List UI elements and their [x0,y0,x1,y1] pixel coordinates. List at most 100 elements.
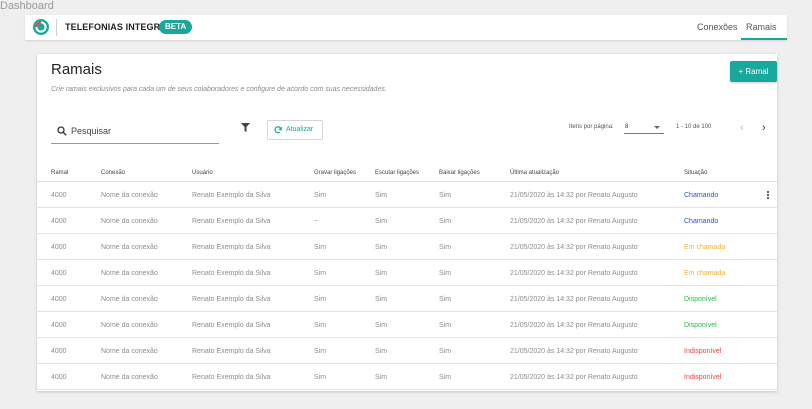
table-cell: Sim [439,374,452,381]
status-badge: Indisponível [684,374,722,381]
table-cell: Nome da conexão [101,218,158,225]
table-cell: Sim [375,218,388,225]
table-cell: Renato Exemplo da Silva [192,374,271,381]
table-cell: Renato Exemplo da Silva [192,218,271,225]
page-subtitle: Crie ramais exclusivos para cada um de s… [51,86,387,93]
status-badge: Indisponível [684,348,722,355]
table-cell: Sim [375,348,388,355]
table-cell: Nome da conexão [101,296,158,303]
table-cell: Nome da conexão [101,322,158,329]
table-cell: Renato Exemplo da Silva [192,244,271,251]
table-row[interactable]: 4000 Nome da conexão Renato Exemplo da Sil… [37,208,777,234]
column-header: Baixar ligações [439,170,480,176]
table-cell: Sim [314,296,327,303]
next-page-button[interactable]: › [762,122,766,134]
table-row[interactable]: 4000 Nome da conexão Renato Exemplo da Sil… [37,286,777,312]
column-header: Situação [684,170,708,176]
app-logo-icon [33,19,49,35]
table-cell: Sim [314,374,327,381]
table-cell: -- [314,218,319,225]
column-header: Usuário [192,170,213,176]
filter-icon[interactable] [241,123,250,132]
add-ramal-button[interactable]: + Ramal [730,61,777,82]
table-cell: Sim [439,322,452,329]
table-cell: Sim [375,322,388,329]
status-badge: Disponível [684,296,717,303]
table-cell: Nome da conexão [101,348,158,355]
table-cell: Nome da conexão [101,244,158,251]
table-cell: 4000 [51,244,67,251]
table-cell: Sim [375,192,388,199]
pagination-range: 1 - 10 de 100 [676,124,712,130]
table-cell: Renato Exemplo da Silva [192,348,271,355]
column-header: Conexão [101,170,126,176]
table-cell: Renato Exemplo da Silva [192,296,271,303]
items-per-page-label: Itens por página: [569,124,614,130]
table-cell: 4000 [51,322,67,329]
tab-conexoes[interactable]: Conexões [697,22,738,32]
refresh-button[interactable]: Atualizar [267,120,323,140]
table-cell: 4000 [51,348,67,355]
table-cell: 21/05/2020 às 14:32 por Renato Augusto [510,348,638,355]
status-badge: Disponível [684,322,717,329]
table-cell: 21/05/2020 às 14:32 por Renato Augusto [510,296,638,303]
table-cell: Renato Exemplo da Silva [192,270,271,277]
table-cell: 4000 [51,192,67,199]
items-per-page-select[interactable]: 8 [624,122,664,134]
table-cell: 21/05/2020 às 14:32 por Renato Augusto [510,218,638,225]
table-cell: Sim [439,348,452,355]
table-cell: Sim [314,348,327,355]
table-row[interactable]: 4000 Nome da conexão Renato Exemplo da Sil… [37,364,777,390]
table-cell: Sim [375,374,388,381]
table-cell: 21/05/2020 às 14:32 por Renato Augusto [510,192,638,199]
status-badge: Em chamada [684,270,726,277]
table-cell: Sim [439,192,452,199]
column-header: Última atualização [510,170,560,176]
search-icon [57,126,67,136]
breadcrumb: Dashboard [0,0,54,12]
table-cell: Sim [375,244,388,251]
table-cell: Sim [314,192,327,199]
table-row[interactable]: 4000 Nome da conexão Renato Exemplo da Sil… [37,234,777,260]
table-cell: Sim [439,218,452,225]
table-cell: 4000 [51,374,67,381]
table-cell: 21/05/2020 às 14:32 por Renato Augusto [510,270,638,277]
table-row[interactable]: 4000 Nome da conexão Renato Exemplo da Sil… [37,260,777,286]
table-cell: Sim [375,270,388,277]
table-cell: 21/05/2020 às 14:32 por Renato Augusto [510,244,638,251]
table-cell: Sim [314,244,327,251]
ramais-card: Ramais Crie ramais exclusivos para cada … [37,54,777,391]
more-options-icon[interactable] [766,190,770,202]
tab-ramais[interactable]: Ramais [746,22,777,32]
table-cell: Sim [439,296,452,303]
table-cell: Sim [314,270,327,277]
table-cell: Renato Exemplo da Silva [192,322,271,329]
table-cell: Sim [314,322,327,329]
table-cell: Sim [439,244,452,251]
column-header: Gravar ligações [314,170,357,176]
beta-badge: BETA [159,20,193,34]
page-title: Ramais [51,61,102,78]
status-badge: Chamando [684,218,719,225]
table-cell: Nome da conexão [101,192,158,199]
status-badge: Chamando [684,192,719,199]
table-cell: Renato Exemplo da Silva [192,192,271,199]
table-row[interactable]: 4000 Nome da conexão Renato Exemplo da Sil… [37,312,777,338]
table-cell: 4000 [51,296,67,303]
header-divider [56,19,57,36]
status-badge: Em chamada [684,244,726,251]
column-header: Escutar ligações [375,170,420,176]
active-tab-indicator [741,38,787,40]
table-row[interactable]: 4000 Nome da conexão Renato Exemplo da Sil… [37,338,777,364]
chevron-down-icon [654,126,660,129]
items-per-page-value: 8 [625,124,629,130]
previous-page-button[interactable]: ‹ [740,122,744,134]
app-header: TELEFONIAS INTEGRADAS BETA Conexões Rama… [25,15,787,40]
search-input[interactable] [71,124,211,138]
table-cell: Sim [375,296,388,303]
table-row[interactable]: 4000 Nome da conexão Renato Exemplo da Sil… [37,182,777,208]
table-cell: 4000 [51,270,67,277]
search-field [51,120,219,144]
table-cell: Nome da conexão [101,374,158,381]
table-cell: 21/05/2020 às 14:32 por Renato Augusto [510,374,638,381]
